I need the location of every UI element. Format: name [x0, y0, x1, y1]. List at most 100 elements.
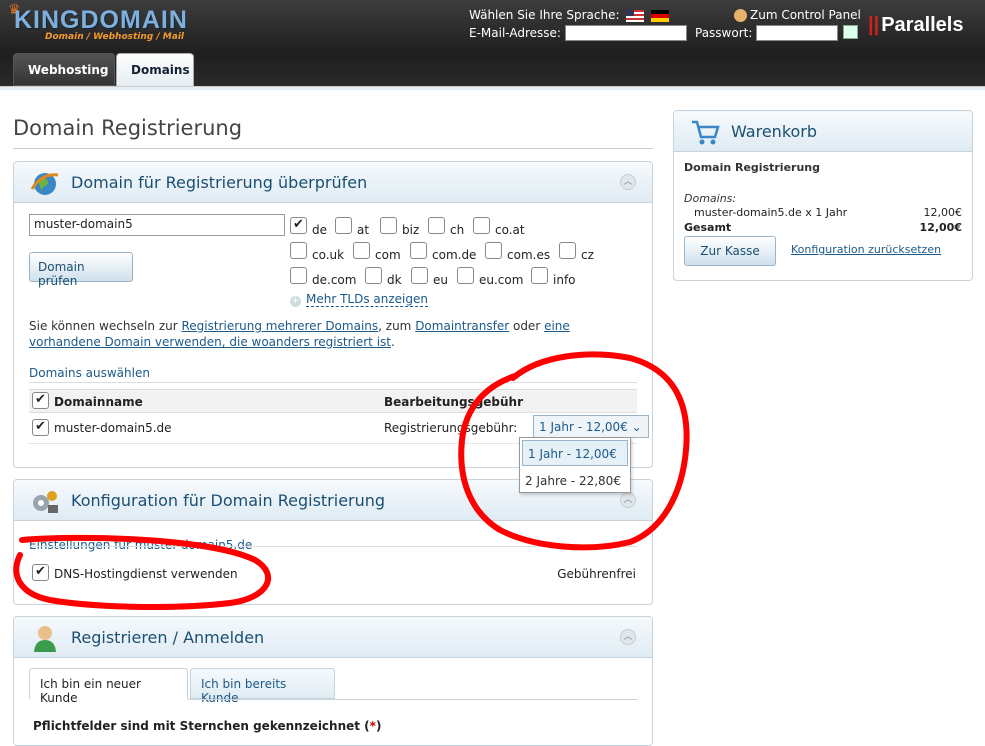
shopping-cart-icon	[692, 120, 720, 145]
register-header: Registrieren / Anmelden ︿	[14, 617, 652, 658]
tld-label-biz: biz	[402, 223, 420, 237]
domain-row-checkbox[interactable]	[32, 419, 49, 436]
parallels-label: Parallels	[881, 14, 964, 36]
logo[interactable]: KINGDOMAIN	[14, 6, 188, 35]
user-icon	[734, 9, 747, 22]
tld-label-com: com	[375, 248, 401, 262]
tab-webhosting[interactable]: Webhosting	[13, 53, 115, 86]
tab-domains[interactable]: Domains	[116, 53, 194, 86]
gears-icon	[33, 491, 58, 513]
domain-name-input[interactable]: muster-domain5	[29, 214, 285, 236]
info-text-part: Sie können wechseln zur	[29, 319, 182, 333]
section-divider	[29, 546, 637, 547]
tld-label-de: de	[312, 223, 327, 237]
tld-checkbox-com-de[interactable]	[410, 242, 427, 259]
tld-checkbox-com[interactable]	[353, 242, 370, 259]
page-title: Domain Registrierung	[13, 116, 243, 140]
tab-divider	[188, 699, 638, 700]
tld-label-co-uk: co.uk	[312, 248, 345, 262]
checkout-button[interactable]: Zur Kasse	[684, 236, 776, 266]
tld-label-com-de: com.de	[432, 248, 477, 262]
tld-label-ch: ch	[450, 223, 465, 237]
tld-label-eu-com: eu.com	[479, 273, 524, 287]
more-tlds-link[interactable]: + Mehr TLDs anzeigen	[290, 292, 428, 307]
plus-icon: +	[290, 296, 301, 307]
email-label: E-Mail-Adresse:	[469, 26, 561, 40]
check-domain-panel: Domain für Registrierung überprüfen ︿ mu…	[13, 161, 653, 468]
tld-checkbox-biz[interactable]	[380, 217, 397, 234]
cart-title: Warenkorb	[731, 122, 818, 141]
column-fee: Bearbeitungsgebühr	[384, 395, 524, 409]
register-title: Registrieren / Anmelden	[71, 628, 265, 647]
required-note: Pflichtfelder sind mit Sternchen gekennz…	[33, 719, 381, 733]
tld-checkbox-dk[interactable]	[365, 267, 382, 284]
cart-panel: Warenkorb Domain Registrierung Domains: …	[673, 110, 973, 281]
sub-bar	[0, 86, 985, 90]
tld-label-eu: eu	[433, 273, 448, 287]
cart-total-label: Gesamt	[684, 221, 732, 234]
login-go-icon[interactable]	[843, 25, 858, 39]
period-option-1[interactable]: 1 Jahr - 12,00€	[522, 440, 628, 466]
tld-label-dk: dk	[387, 273, 402, 287]
table-header: Domainname Bearbeitungsgebühr	[29, 389, 637, 413]
period-select-value: 1 Jahr - 12,00€	[539, 420, 628, 434]
multi-registration-link[interactable]: Registrierung mehrerer Domains	[181, 319, 378, 333]
tld-label-at: at	[357, 223, 370, 237]
us-flag-icon[interactable]	[626, 9, 645, 22]
tld-checkbox-co-uk[interactable]	[290, 242, 307, 259]
config-title: Konfiguration für Domain Registrierung	[71, 491, 386, 510]
tld-checkbox-de-com[interactable]	[290, 267, 307, 284]
cart-subtitle: Domain Registrierung	[684, 161, 821, 174]
reset-config-link[interactable]: Konfiguration zurücksetzen	[791, 243, 941, 256]
collapse-icon[interactable]: ︿	[620, 492, 636, 508]
tab-new-customer[interactable]: Ich bin ein neuer Kunde	[29, 668, 188, 705]
tld-checkbox-at[interactable]	[335, 217, 352, 234]
period-dropdown: 1 Jahr - 12,00€ 2 Jahre - 22,80€	[519, 437, 631, 493]
tld-label-co-at: co.at	[495, 223, 525, 237]
tab-existing-customer[interactable]: Ich bin bereits Kunde	[190, 668, 335, 705]
tld-checkbox-de[interactable]	[290, 217, 307, 234]
dns-hosting-checkbox[interactable]	[32, 564, 49, 581]
info-text-part: oder	[509, 319, 545, 333]
logo-subtitle: Domain / Webhosting / Mail	[45, 32, 184, 42]
domain-transfer-link[interactable]: Domaintransfer	[415, 319, 509, 333]
select-all-checkbox[interactable]	[32, 392, 49, 409]
tld-checkbox-ch[interactable]	[428, 217, 445, 234]
title-divider	[13, 148, 653, 149]
top-bar: ♛ KINGDOMAIN Domain / Webhosting / Mail …	[0, 0, 985, 88]
dns-hosting-label: DNS-Hostingdienst verwenden	[54, 567, 238, 581]
collapse-icon[interactable]: ︿	[620, 629, 636, 645]
cart-total-price: 12,00€	[919, 221, 962, 234]
required-note-close: )	[375, 719, 382, 733]
tld-checkbox-co-at[interactable]	[473, 217, 490, 234]
de-flag-icon[interactable]	[651, 9, 670, 22]
password-label: Passwort:	[695, 26, 753, 40]
info-text-part: .	[391, 335, 395, 349]
control-panel-link[interactable]: Zum Control Panel	[734, 8, 861, 22]
tld-checkbox-info[interactable]	[531, 267, 548, 284]
select-domains-title: Domains auswählen	[29, 366, 150, 380]
tld-checkbox-eu[interactable]	[411, 267, 428, 284]
check-domain-button[interactable]: Domain prüfen	[29, 252, 133, 288]
tld-label-de-com: de.com	[312, 273, 357, 287]
cart-domains-label: Domains:	[684, 192, 737, 205]
password-field[interactable]	[756, 25, 838, 41]
period-option-2[interactable]: 2 Jahre - 22,80€	[520, 468, 630, 494]
tld-checkbox-cz[interactable]	[559, 242, 576, 259]
collapse-icon[interactable]: ︿	[620, 174, 636, 190]
period-select[interactable]: 1 Jahr - 12,00€ ⌄	[533, 415, 649, 438]
section-divider	[29, 382, 637, 383]
parallels-logo: || Parallels	[868, 14, 964, 37]
config-panel: Konfiguration für Domain Registrierung ︿…	[13, 479, 653, 605]
tld-label-cz: cz	[581, 248, 594, 262]
column-domain: Domainname	[54, 395, 143, 409]
tld-checkbox-com-es[interactable]	[485, 242, 502, 259]
required-note-text: Pflichtfelder sind mit Sternchen gekennz…	[33, 719, 370, 733]
parallels-bars-icon: ||	[868, 14, 880, 36]
info-text-part: , zum	[378, 319, 416, 333]
control-panel-label: Zum Control Panel	[750, 8, 861, 22]
row-domain-name: muster-domain5.de	[54, 421, 172, 435]
tld-checkbox-eu-com[interactable]	[457, 267, 474, 284]
cart-item: muster-domain5.de x 1 Jahr	[694, 206, 848, 219]
email-field[interactable]	[565, 25, 687, 41]
